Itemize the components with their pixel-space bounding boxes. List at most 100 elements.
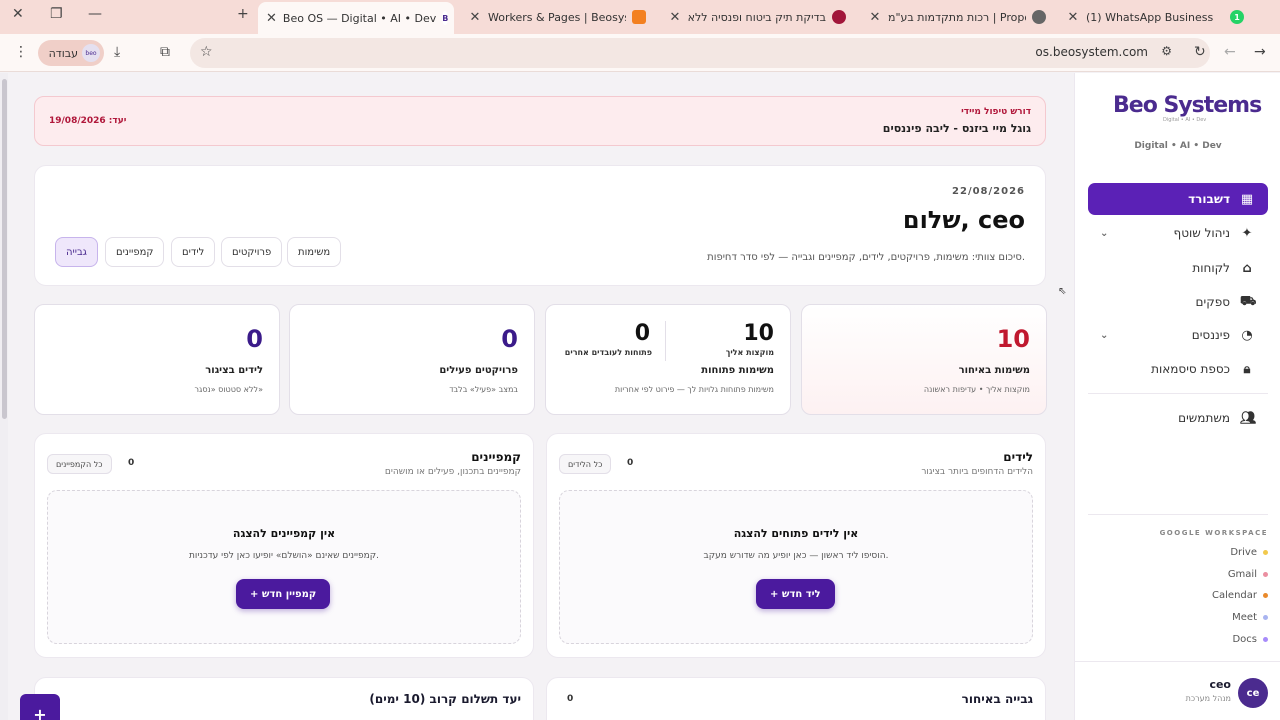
google-link-gmail[interactable]: Gmail xyxy=(1228,569,1268,580)
tab-beo-os[interactable]: ✕ Beo OS — Digital • AI • Dev B xyxy=(258,2,454,34)
google-workspace-title: GOOGLE WORKSPACE xyxy=(1159,529,1268,537)
all-leads-button[interactable]: כל הלידים xyxy=(559,454,612,474)
stat-sub: במצב «פעיל» בלבד xyxy=(449,385,518,394)
user-role: מנהל מערכת xyxy=(1185,694,1231,703)
profile-button[interactable]: עבודה beo xyxy=(38,40,104,66)
sidebar-item-users[interactable]: משתמשים 👥︎ xyxy=(1088,402,1268,434)
tab-proposal[interactable]: ✕ רכות מתקדמות בע"מ | Proposal xyxy=(860,3,1054,31)
tab-whatsapp[interactable]: ✕ (1) WhatsApp Business 1 xyxy=(1058,3,1252,31)
site-settings-icon[interactable]: ⚙ xyxy=(1161,44,1172,58)
stat-overdue-tasks[interactable]: 10 משימות באיחור מוקצות אליך • עדיפות רא… xyxy=(801,304,1047,415)
all-campaigns-button[interactable]: כל הקמפיינים xyxy=(47,454,112,474)
chip-tasks[interactable]: משימות xyxy=(287,237,342,267)
stat-active-projects[interactable]: 0 פרויקטים פעילים במצב «פעיל» בלבד xyxy=(289,304,535,415)
back-icon[interactable]: → xyxy=(1254,44,1266,60)
stat-open-tasks[interactable]: 10 מוקצות אליך 0 פתוחות לעובדים אחרים מש… xyxy=(545,304,791,415)
download-icon[interactable]: ⤓ xyxy=(114,44,120,60)
profile-avatar: beo xyxy=(82,44,100,62)
omnibox[interactable]: ☆ os.beosystem.com ⚙ xyxy=(190,38,1210,68)
bookmark-star-icon[interactable]: ☆ xyxy=(200,44,213,60)
lock-icon: 🔒︎ xyxy=(1243,361,1251,377)
truck-icon: ⛟ xyxy=(1240,293,1257,309)
reload-icon[interactable]: ↻ xyxy=(1194,44,1206,60)
sidebar-item-clients[interactable]: לקוחות ⌂ xyxy=(1088,252,1268,284)
alert-due-date: יעד: 19/08/2026 xyxy=(49,116,127,126)
tab-insurance-check[interactable]: ✕ בדיקת תיק ביטוח ופנסיה ללא ע xyxy=(660,3,854,31)
campaigns-panel: קמפיינים קמפיינים בתכנון, פעילים או מושה… xyxy=(34,433,534,658)
scrollbar-thumb[interactable] xyxy=(2,79,7,419)
sidebar-item-password-vault[interactable]: כספת סיסמאות 🔒︎ xyxy=(1088,353,1268,385)
new-tab-icon[interactable]: + xyxy=(237,6,249,22)
urgent-alert[interactable]: דורש טיפול מיידי גוגל מיי ביזנס - ליבה פ… xyxy=(34,96,1046,146)
card-title: יעד תשלום קרוב (10 ימים) xyxy=(369,692,521,706)
pie-icon: ◔ xyxy=(1241,327,1253,343)
google-link-calendar[interactable]: Calendar xyxy=(1212,590,1268,601)
google-link-docs[interactable]: Docs xyxy=(1232,634,1268,645)
grid-icon: ▦ xyxy=(1240,191,1254,207)
close-window-icon[interactable]: ✕ xyxy=(12,6,24,22)
sidebar-item-label: לקוחות xyxy=(1192,261,1230,275)
close-tab-icon[interactable]: ✕ xyxy=(468,10,482,25)
status-dot-icon xyxy=(1263,615,1268,620)
sidebar-item-label: דשבורד xyxy=(1188,192,1230,206)
profile-label: עבודה xyxy=(48,46,78,60)
stat-leads-pipeline[interactable]: 0 לידים בציגור ללא סטטוס «נסגר» xyxy=(34,304,280,415)
extensions-icon[interactable]: ⧉ xyxy=(160,44,170,60)
stat-value: 0 xyxy=(501,325,518,353)
new-campaign-button[interactable]: + קמפיין חדש xyxy=(236,579,331,609)
chevron-down-icon: ⌄ xyxy=(1100,329,1109,341)
empty-title: אין לידים פתוחים להצגה xyxy=(733,527,859,540)
new-lead-button[interactable]: + ליד חדש xyxy=(756,579,835,609)
minimize-window-icon[interactable]: — xyxy=(88,6,102,22)
tab-workers-pages[interactable]: ✕ Workers & Pages | Beosystems xyxy=(460,3,654,31)
team-summary: סיכום צוותי: משימות, פרויקטים, לידים, קמ… xyxy=(707,252,1025,263)
sidebar-item-operations[interactable]: ⌄ ניהול שוטף ✦ xyxy=(1088,217,1268,249)
user-name: ceo xyxy=(1209,678,1231,691)
cloudflare-favicon-icon xyxy=(632,10,646,24)
stat-sub: משימות פתוחות גלויות לך — פירוט לפי אחרי… xyxy=(614,385,774,394)
panel-title: קמפיינים xyxy=(471,450,521,464)
close-tab-icon[interactable]: ✕ xyxy=(1066,10,1080,25)
close-tab-icon[interactable]: ✕ xyxy=(668,10,682,25)
chip-collections[interactable]: גבייה xyxy=(55,237,98,267)
address-bar-row: ⋮ עבודה beo ⤓ ⧉ ☆ os.beosystem.com ⚙ ↻ ←… xyxy=(0,34,1280,72)
whatsapp-favicon-icon: 1 xyxy=(1230,10,1244,24)
panel-title: לידים xyxy=(1003,450,1033,464)
stat-others-value: 0 xyxy=(634,321,650,346)
sidebar-item-finance[interactable]: ⌄ פיננסים ◔ xyxy=(1088,319,1268,351)
add-fab-button[interactable]: + xyxy=(20,694,60,720)
sidebar-item-label: משתמשים xyxy=(1178,411,1230,425)
chip-projects[interactable]: פרויקטים xyxy=(221,237,283,267)
sidebar-item-label: כספת סיסמאות xyxy=(1151,362,1230,376)
google-link-meet[interactable]: Meet xyxy=(1232,612,1268,623)
sidebar-item-label: פיננסים xyxy=(1191,328,1230,342)
forward-icon[interactable]: ← xyxy=(1224,44,1236,60)
google-link-drive[interactable]: Drive xyxy=(1230,547,1268,558)
stat-assigned-label: מוקצות אליך xyxy=(725,348,774,357)
divider xyxy=(1088,393,1268,394)
empty-title: אין קמפיינים להצגה xyxy=(232,527,336,540)
tab-title: בדיקת תיק ביטוח ופנסיה ללא ע xyxy=(688,10,826,24)
restore-window-icon[interactable]: ❐ xyxy=(50,6,63,22)
google-link-label: Gmail xyxy=(1227,569,1257,580)
chip-leads[interactable]: לידים xyxy=(171,237,216,267)
building-icon: ⌂ xyxy=(1242,260,1252,276)
chip-campaigns[interactable]: קמפיינים xyxy=(105,237,165,267)
chevron-down-icon: ⌄ xyxy=(1100,227,1109,239)
sidebar-item-dashboard[interactable]: דשבורד ▦ xyxy=(1088,183,1268,215)
stat-title: לידים בציגור xyxy=(205,365,263,376)
sidebar-item-suppliers[interactable]: ספקים ⛟ xyxy=(1088,286,1268,318)
brand-logo[interactable]: Beo Systems xyxy=(1113,93,1262,118)
divider xyxy=(665,321,666,361)
sidebar: Beo Systems Digital • AI • Dev Digital •… xyxy=(1074,73,1280,720)
stat-title: משימות באיחור xyxy=(958,365,1030,376)
sidebar-item-label: ניהול שוטף xyxy=(1173,226,1230,240)
user-profile[interactable]: ce ceo מנהל מערכת xyxy=(1075,661,1280,720)
menu-kebab-icon[interactable]: ⋮ xyxy=(14,44,28,60)
close-tab-icon[interactable]: ✕ xyxy=(266,11,277,26)
page-scrollbar[interactable] xyxy=(0,73,8,720)
url-text: os.beosystem.com xyxy=(1035,45,1148,59)
google-link-label: Meet xyxy=(1232,612,1257,623)
google-link-label: Drive xyxy=(1230,547,1257,558)
close-tab-icon[interactable]: ✕ xyxy=(868,10,882,25)
